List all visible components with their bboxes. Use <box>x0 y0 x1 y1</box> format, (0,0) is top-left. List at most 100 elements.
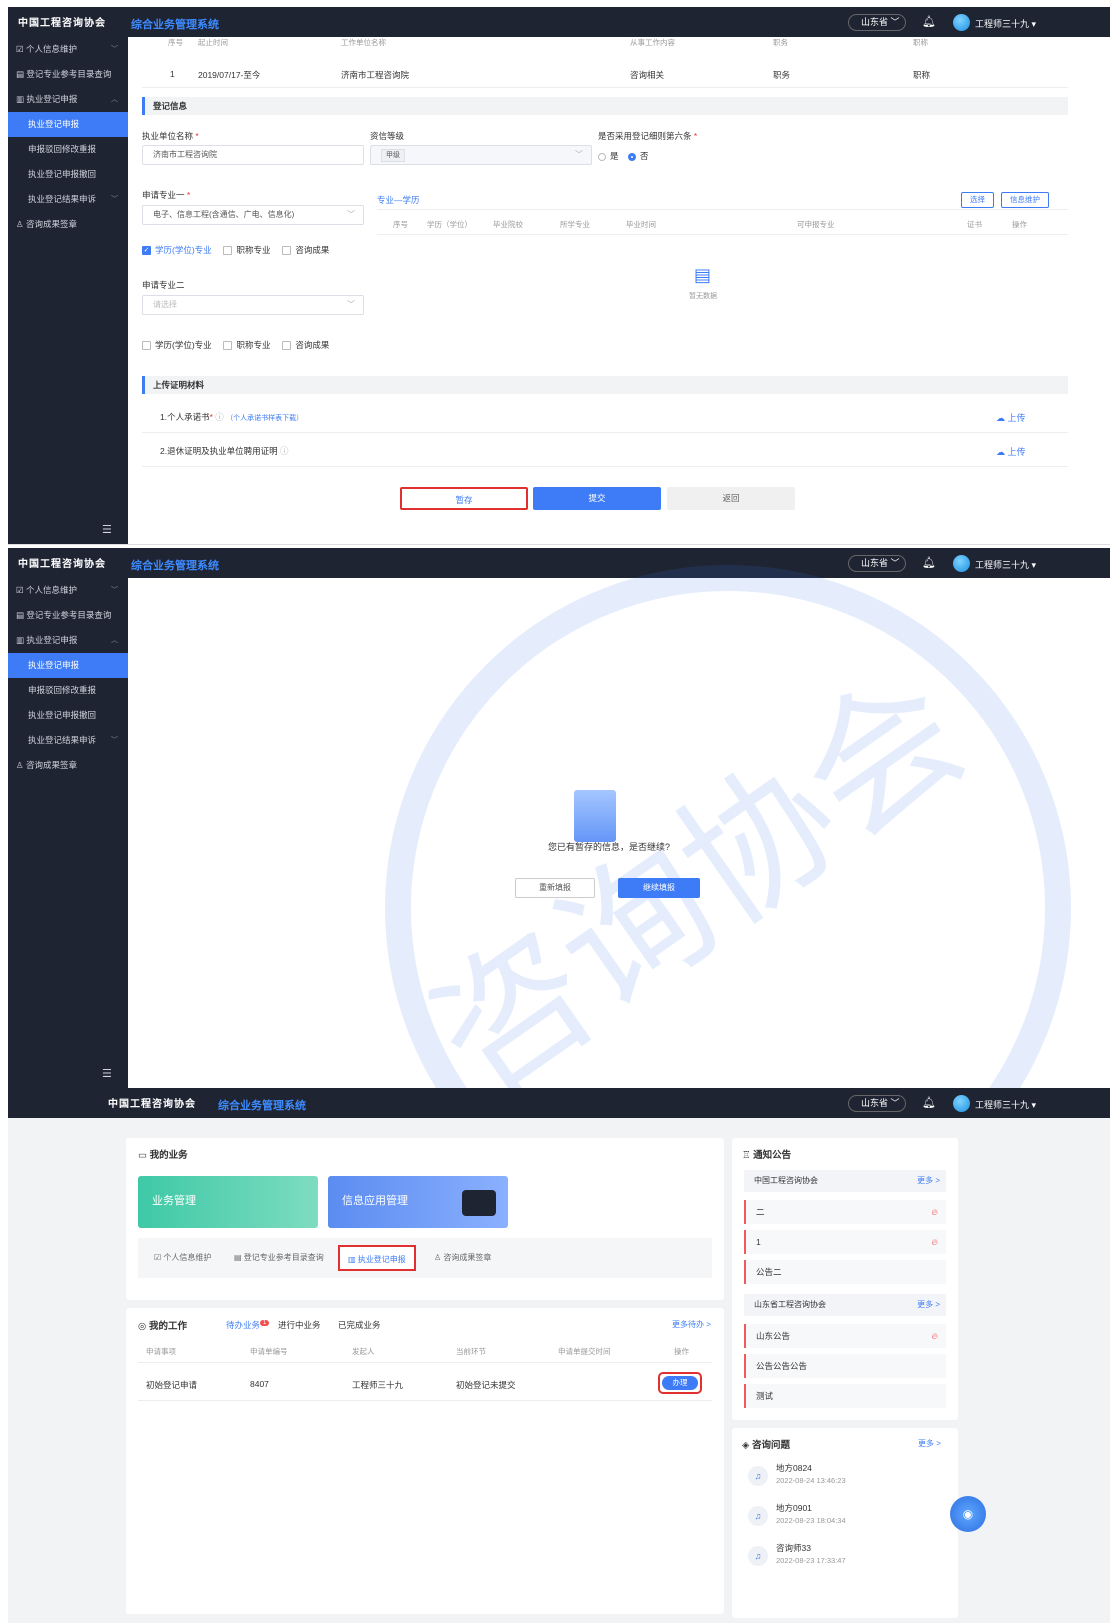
sidebar-item[interactable]: 执业登记申报撤回 <box>8 703 128 728</box>
cb-edu[interactable]: ✓ 学历(学位)专业 <box>142 245 212 256</box>
save-draft-button[interactable]: 暂存 <box>400 487 528 510</box>
section-upload: 上传证明材料 <box>142 376 1068 394</box>
collapse-menu-icon[interactable]: ☰ <box>102 1067 112 1080</box>
notice-title: ♖ 通知公告 <box>742 1150 792 1161</box>
sidebar-item[interactable]: 执业登记申报 <box>8 112 128 137</box>
info-maintain-button[interactable]: 信息维护 <box>1001 192 1049 208</box>
province-select[interactable]: 山东省 ﹀ <box>848 1095 906 1112</box>
select-button[interactable]: 选择 <box>961 192 994 208</box>
submit-button[interactable]: 提交 <box>533 487 661 510</box>
sidebar-item[interactable]: ▤ 登记专业参考目录查询 <box>8 62 128 87</box>
more-link-1[interactable]: 更多 > <box>917 1170 940 1192</box>
more-todo-link[interactable]: 更多待办 > <box>672 1319 711 1330</box>
sidebar-item[interactable]: ▤ 登记专业参考目录查询 <box>8 603 128 628</box>
empty-text: 暂无数据 <box>689 293 717 300</box>
qa-more-link[interactable]: 更多 > <box>918 1438 941 1449</box>
tab-todo[interactable]: 待办业务 1 <box>226 1319 270 1331</box>
collapse-menu-icon[interactable]: ☰ <box>102 523 112 536</box>
quick-personal-info[interactable]: ☑ 个人信息维护 <box>146 1245 211 1271</box>
chevron-icon: ︿ <box>111 96 118 103</box>
more-link-2[interactable]: 更多 > <box>917 1294 940 1316</box>
refill-button[interactable]: 重新填报 <box>515 878 595 898</box>
notice-item[interactable]: 山东公告 🔥︎ <box>744 1324 946 1348</box>
tab-completed[interactable]: 已完成业务 <box>338 1319 381 1331</box>
major-table-header: 序号 学历（学位） 毕业院校 所学专业 毕业时间 可申报专业 证书 操作 <box>377 213 1068 235</box>
hot-icon: 🔥︎ <box>931 1331 938 1341</box>
major1-options: ✓ 学历(学位)专业 职称专业 咨询成果 <box>142 244 329 256</box>
notice-item[interactable]: 公告公告公告 <box>744 1354 946 1378</box>
credit-select[interactable]: 甲级 ﹀ <box>370 145 592 165</box>
sidebar-item[interactable]: ♙ 咨询成果签章 <box>8 212 128 237</box>
sidebar-item[interactable]: 执业登记结果申诉 ﹀ <box>8 728 128 753</box>
th-number: 申请单编号 <box>250 1347 288 1356</box>
notice-item[interactable]: 公告二 <box>744 1260 946 1284</box>
work-cell: 职称 <box>913 70 931 80</box>
upload2-label: 2.退休证明及执业单位聘用证明 ⓘ <box>160 446 289 456</box>
notice-item[interactable]: 测试 <box>744 1384 946 1408</box>
sidebar-item[interactable]: 执业登记申报撤回 <box>8 162 128 187</box>
notice-item[interactable]: 1 🔥︎ <box>744 1230 946 1254</box>
rule-radio-group[interactable]: 是 否 <box>598 150 648 162</box>
resume-prompt: 您已有暂存的信息，是否继续? <box>548 842 671 852</box>
avatar[interactable] <box>953 14 970 31</box>
association-logo: 中国工程咨询协会 <box>108 1099 196 1110</box>
work-th-0: 序号 <box>168 38 183 47</box>
major2-select[interactable]: 请选择 ﹀ <box>142 295 364 315</box>
work-cell: 1 <box>170 69 175 79</box>
org2-header: 山东省工程咨询协会 更多 > <box>744 1294 946 1316</box>
major1-select[interactable]: 电子、信息工程(含通信、广电、信息化) ﹀ <box>142 205 364 225</box>
quick-major-catalog[interactable]: ▤ 登记专业参考目录查询 <box>226 1245 324 1271</box>
sidebar-item[interactable]: 执业登记申报 <box>8 653 128 678</box>
user-name[interactable]: 工程师三十九 ▾ <box>975 1098 1036 1111</box>
sidebar: ☑ 个人信息维护 ﹀ ▤ 登记专业参考目录查询 ▥ 执业登记申报 ︿ 执业登记申报 申报驳回… <box>8 578 128 1088</box>
cb-title[interactable]: 职称专业 <box>223 245 271 256</box>
notice-item[interactable]: 二 🔥︎ <box>744 1200 946 1224</box>
continue-button[interactable]: 继续填报 <box>618 878 700 898</box>
avatar[interactable] <box>953 1095 970 1112</box>
qa-item[interactable]: ♫ 咨询师33 2022-08-23 17:33:47 <box>742 1540 948 1576</box>
row-initiator: 工程师三十九 <box>352 1380 404 1390</box>
province-select[interactable]: 山东省 ﹀ <box>848 14 906 31</box>
cb-result-2[interactable]: 咨询成果 <box>282 340 329 351</box>
sidebar-item[interactable]: ☑ 个人信息维护 ﹀ <box>8 578 128 603</box>
upload1-button[interactable]: ☁︎ 上传 <box>996 411 1026 424</box>
work-th-5: 职称 <box>913 38 928 47</box>
business-management-card[interactable]: 业务管理 <box>138 1176 318 1228</box>
template-download-link[interactable]: （个人承诺书样表下载） <box>226 415 303 422</box>
menu-icon: ▥ <box>16 635 25 645</box>
quick-seal[interactable]: ♙ 咨询成果签章 <box>426 1245 491 1271</box>
bell-icon[interactable]: 🔔︎ <box>922 1096 936 1109</box>
sidebar-item[interactable]: ▥ 执业登记申报 ︿ <box>8 87 128 112</box>
user-name[interactable]: 工程师三十九 ▾ <box>975 17 1036 30</box>
sidebar-item[interactable]: 申报驳回修改重报 <box>8 137 128 162</box>
cb-title-2[interactable]: 职称专业 <box>223 340 271 351</box>
sidebar-item[interactable]: ▥ 执业登记申报 ︿ <box>8 628 128 653</box>
upload1-label: 1.个人承诺书* ⓘ （个人承诺书样表下载） <box>160 412 304 422</box>
chat-robot-icon[interactable]: ◉ <box>950 1496 986 1532</box>
upload2-button[interactable]: ☁︎ 上传 <box>996 445 1026 458</box>
work-cell: 咨询相关 <box>630 70 665 80</box>
bell-icon: ♫ <box>748 1546 768 1566</box>
chevron-icon: ︿ <box>111 637 118 644</box>
qa-item[interactable]: ♫ 地方0824 2022-08-24 13:46:23 <box>742 1460 948 1496</box>
tab-major-education[interactable]: 专业—学历 <box>377 194 420 210</box>
major2-options: 学历(学位)专业 职称专业 咨询成果 <box>142 339 329 351</box>
sidebar-item[interactable]: 执业登记结果申诉 ﹀ <box>8 187 128 212</box>
cb-edu-2[interactable]: 学历(学位)专业 <box>142 340 212 351</box>
quick-registration-apply[interactable]: ▥ 执业登记申报 <box>338 1245 416 1271</box>
association-logo: 中国工程咨询协会 <box>18 18 106 29</box>
org1-header: 中国工程咨询协会 更多 > <box>744 1170 946 1192</box>
form-main: 序号 起止时间 工作单位名称 从事工作内容 职务 职称 1 2019/07/17… <box>128 37 1110 544</box>
qa-item[interactable]: ♫ 地方0901 2022-08-23 18:04:34 <box>742 1500 948 1536</box>
handle-button[interactable]: 办理 <box>662 1376 698 1390</box>
work-cell: 职务 <box>773 70 791 80</box>
sidebar-item[interactable]: ♙ 咨询成果签章 <box>8 753 128 778</box>
sidebar-item[interactable]: 申报驳回修改重报 <box>8 678 128 703</box>
sidebar-item[interactable]: ☑ 个人信息维护 ﹀ <box>8 37 128 62</box>
back-button[interactable]: 返回 <box>667 487 795 510</box>
menu-icon: ☑ <box>16 585 24 595</box>
tab-in-progress[interactable]: 进行中业务 <box>278 1319 321 1331</box>
bell-icon[interactable]: 🔔︎ <box>922 15 936 28</box>
cb-result[interactable]: 咨询成果 <box>282 245 329 256</box>
unit-input[interactable]: 济南市工程咨询院 <box>142 145 364 165</box>
